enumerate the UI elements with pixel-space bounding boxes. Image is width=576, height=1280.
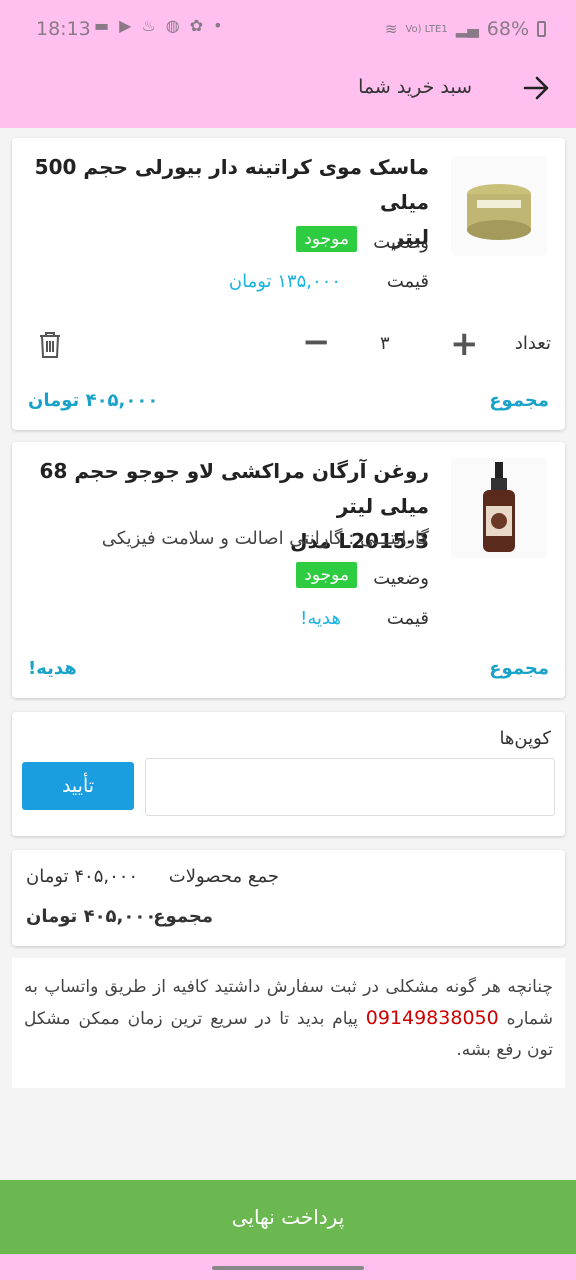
network-label: Vo) LTE1 [405,23,448,35]
trash-icon[interactable] [38,331,62,359]
notification-icons: ▬ ▶ ♨ ◍ ✿ • [94,16,223,35]
price-label: قیمت [386,271,429,292]
signal-icon: ▂▄ [455,20,479,38]
price-value: ۱۳۵,۰۰۰ تومان [228,271,341,292]
subtotal-value: ۴۰۵,۰۰۰ تومان [26,866,139,887]
page-title: سبد خرید شما [358,76,472,98]
total-value: هدیه! [28,658,77,679]
product-name-line1: ماسک موی کراتینه دار بیورلی حجم 500 میلی [34,155,429,214]
app-bar: سبد خرید شما [0,60,576,128]
back-arrow-icon[interactable] [522,74,550,102]
price-value: هدیه! [300,608,341,629]
product-image[interactable] [451,156,547,256]
product-name-line1: روغن آرگان مراکشی لاو جوجو حجم 68 میلی ل… [39,459,429,518]
total-label: مجموع [489,658,549,679]
subtotal-label: جمع محصولات [168,866,279,887]
navigation-bar [0,1254,576,1280]
cart-item-card: ماسک موی کراتینه دار بیورلی حجم 500 میلی… [12,138,565,430]
game-icon: ✿ [189,16,204,35]
product-name[interactable]: ماسک موی کراتینه دار بیورلی حجم 500 میلی… [29,150,429,255]
coupon-label: کوپن‌ها [499,728,551,749]
support-notice: چنانچه هر گونه مشکلی در ثبت سفارش داشتید… [12,958,565,1088]
coupon-card: کوپن‌ها تأیید [12,712,565,836]
youtube-icon: ▶ [119,16,132,35]
system-icons: ≋ Vo) LTE1 ▂▄ 68% [385,18,546,40]
final-payment-button[interactable]: پرداخت نهایی [0,1180,576,1254]
dot-icon: • [213,16,223,35]
quantity-value: ۳ [380,333,390,354]
wifi-icon: ≋ [384,20,398,38]
battery-label: 68% [486,18,529,40]
app-icon: ♨ [141,16,156,35]
status-bar: 18:13 ▬ ▶ ♨ ◍ ✿ • ≋ Vo) LTE1 ▂▄ 68% [0,0,576,60]
status-label: وضعیت [373,232,429,253]
status-label: وضعیت [373,568,429,589]
minus-icon[interactable]: − [302,322,331,362]
stock-badge: موجود [296,226,357,252]
message-icon: ▬ [94,16,110,35]
oil-bottle-icon [483,462,515,552]
total-label: مجموع [489,390,549,411]
home-gesture-handle[interactable] [212,1266,364,1270]
coupon-confirm-button[interactable]: تأیید [22,762,134,810]
stock-badge: موجود [296,562,357,588]
coupon-input[interactable] [145,758,555,816]
grand-total-value: ۴۰۵,۰۰۰ تومان [26,906,157,927]
total-value: ۴۰۵,۰۰۰ تومان [28,390,159,411]
cart-item-card: روغن آرگان مراکشی لاو جوجو حجم 68 میلی ل… [12,442,565,698]
battery-icon [537,21,546,37]
whatsapp-phone-number[interactable]: 09149838050 [366,1007,499,1029]
guarantee-text: گارانتـــی : گارانتی اصالت و سلامت فیزیک… [101,528,429,549]
product-image[interactable] [451,458,547,558]
quantity-label: تعداد [514,333,551,354]
product-name-line2: لیتر [392,225,429,249]
status-time: 18:13 [36,18,91,40]
order-summary-card: جمع محصولات ۴۰۵,۰۰۰ تومان مجموع ۴۰۵,۰۰۰ … [12,850,565,946]
chat-icon: ◍ [165,16,180,35]
hair-mask-jar-icon [467,184,531,240]
grand-total-label: مجموع [153,906,213,927]
plus-icon[interactable]: + [450,324,479,364]
price-label: قیمت [386,608,429,629]
